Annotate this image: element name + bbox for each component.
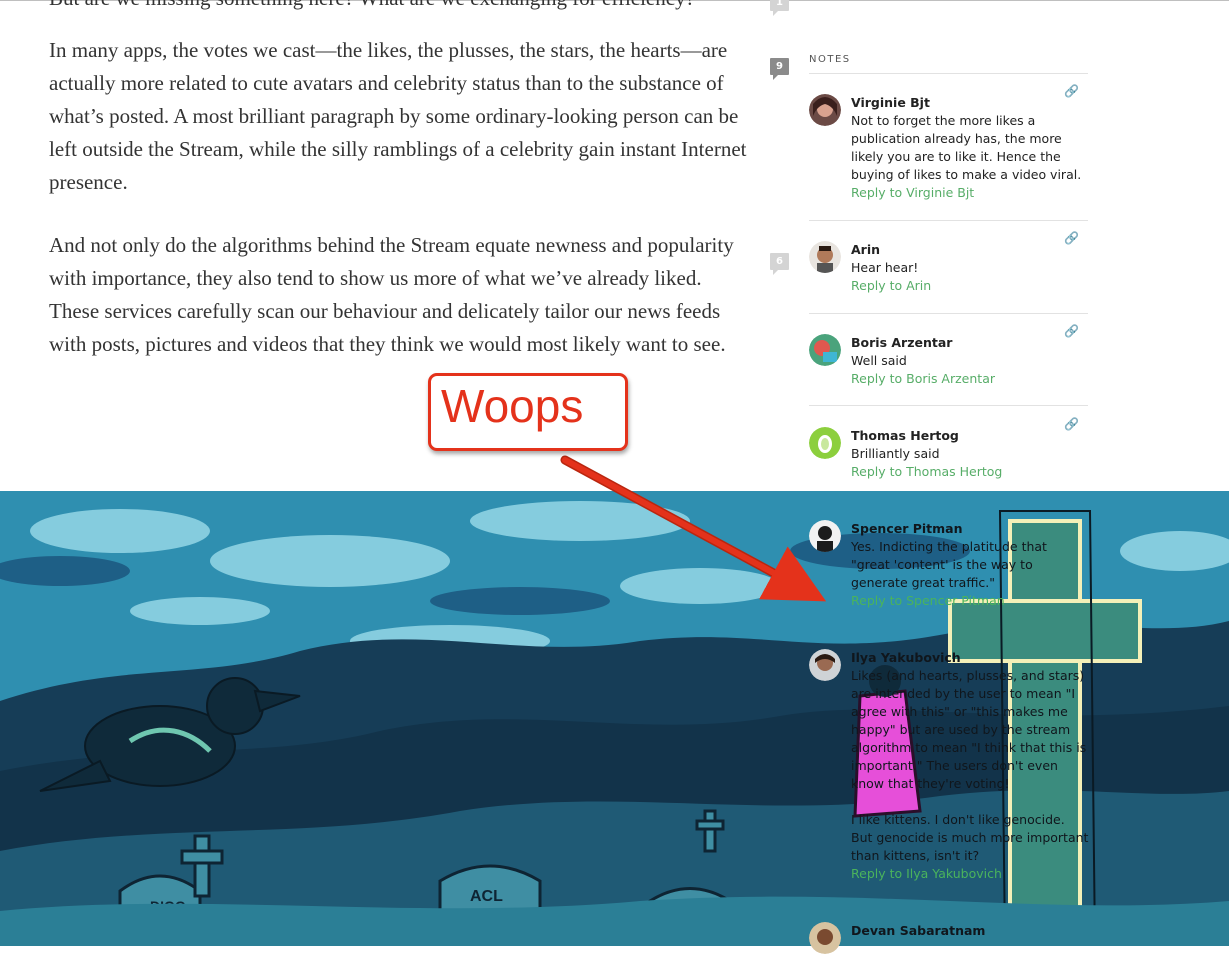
callout-box: Woops bbox=[428, 373, 628, 451]
callout-text: Woops bbox=[441, 380, 584, 432]
callout-arrow bbox=[560, 455, 827, 602]
